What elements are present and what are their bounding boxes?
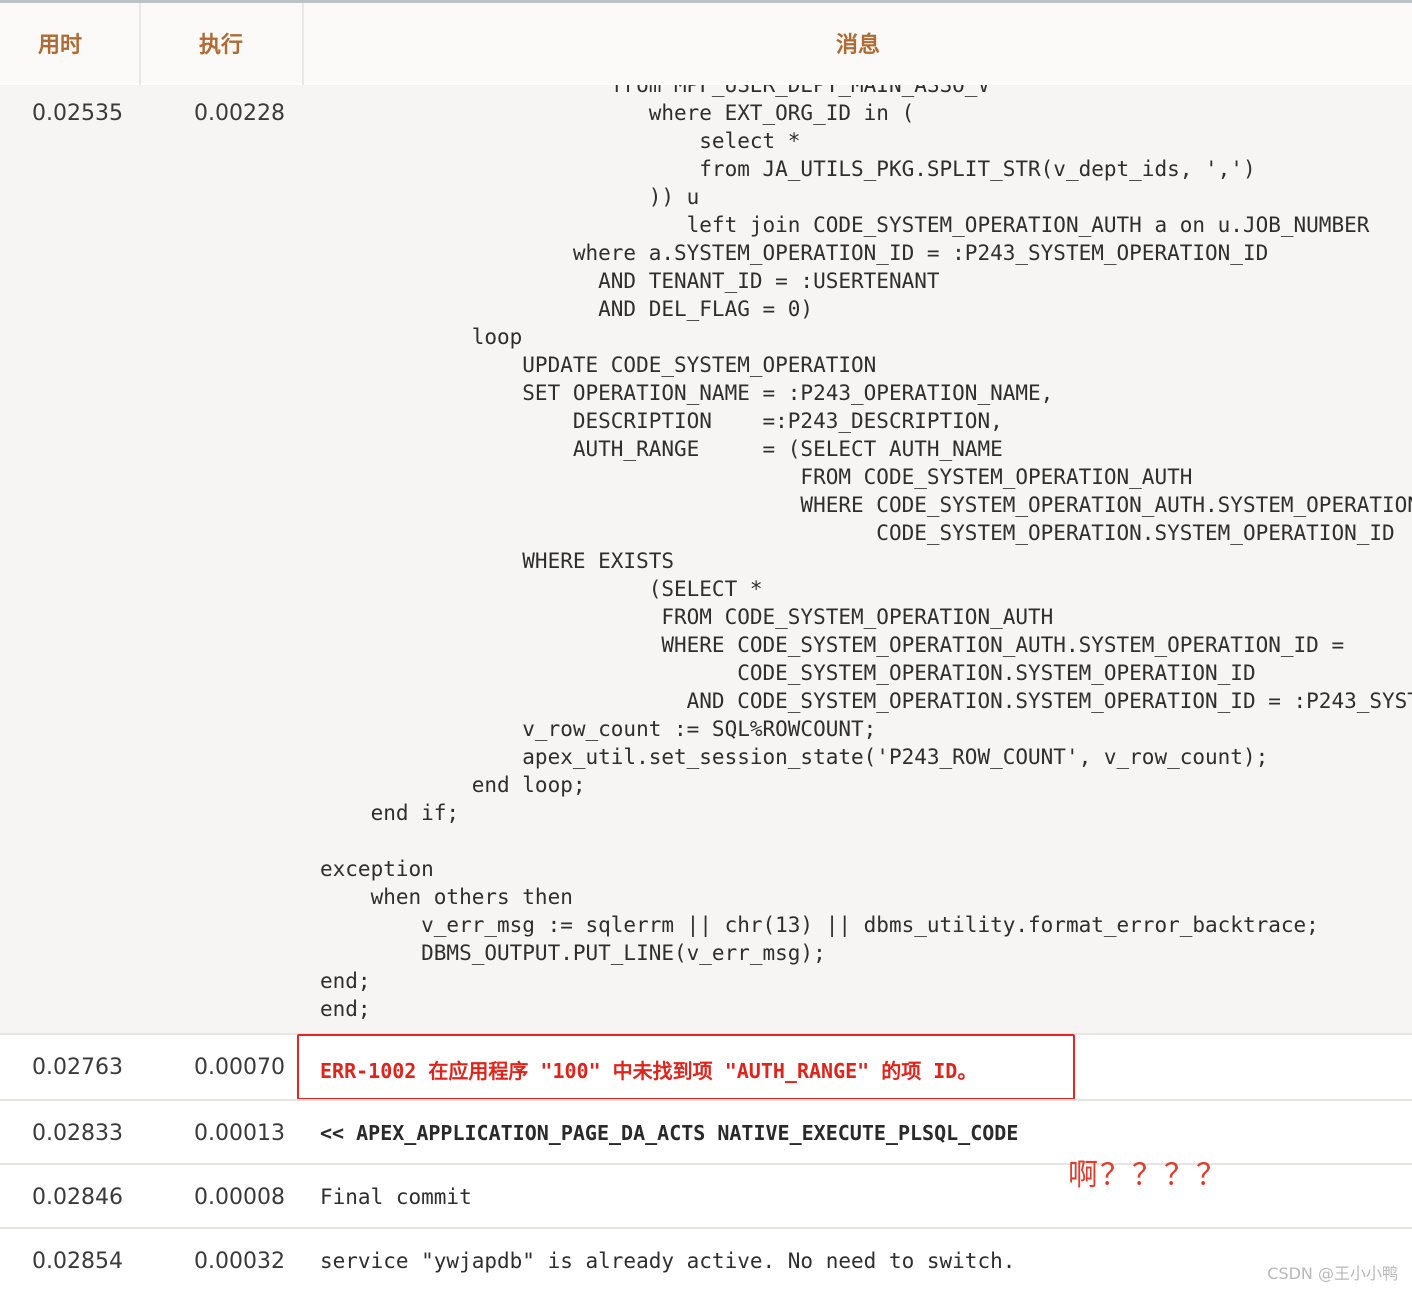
execution-cell: 0.00070 xyxy=(194,1055,285,1080)
debug-log-viewer: 用时 执行 消息 0.02535 0.00228 from MPF_USER_D… xyxy=(0,0,1412,1292)
table-row: 0.02854 0.00032 service "ywjapdb" is alr… xyxy=(0,1227,1412,1292)
message-cell-code: from MPF_USER_DEPT_MAIN_ASSO_V where EXT… xyxy=(304,85,1412,1029)
plsql-code-block: from MPF_USER_DEPT_MAIN_ASSO_V where EXT… xyxy=(320,85,1412,1021)
message-cell: << APEX_APPLICATION_PAGE_DA_ACTS NATIVE_… xyxy=(320,1121,1019,1145)
column-header-elapsed[interactable]: 用时 xyxy=(0,3,120,83)
execution-cell: 0.00032 xyxy=(194,1249,285,1274)
execution-cell: 0.00013 xyxy=(194,1121,285,1146)
execution-cell: 0.00228 xyxy=(194,101,285,126)
execution-cell: 0.00008 xyxy=(194,1185,285,1210)
elapsed-cell: 0.02846 xyxy=(32,1185,123,1210)
elapsed-cell: 0.02833 xyxy=(32,1121,123,1146)
red-annotation-text: 啊？？？？ xyxy=(1068,1158,1228,1193)
message-cell: Final commit xyxy=(320,1185,472,1209)
elapsed-cell: 0.02763 xyxy=(32,1055,123,1080)
table-header: 用时 执行 消息 xyxy=(0,3,1412,83)
column-header-message[interactable]: 消息 xyxy=(304,3,1412,83)
error-highlight-box xyxy=(297,1034,1075,1100)
watermark: CSDN @王小小鸭 xyxy=(1267,1264,1398,1283)
message-cell: service "ywjapdb" is already active. No … xyxy=(320,1249,1016,1273)
elapsed-cell: 0.02535 xyxy=(32,101,123,126)
elapsed-cell: 0.02854 xyxy=(32,1249,123,1274)
column-header-execution[interactable]: 执行 xyxy=(140,3,302,83)
